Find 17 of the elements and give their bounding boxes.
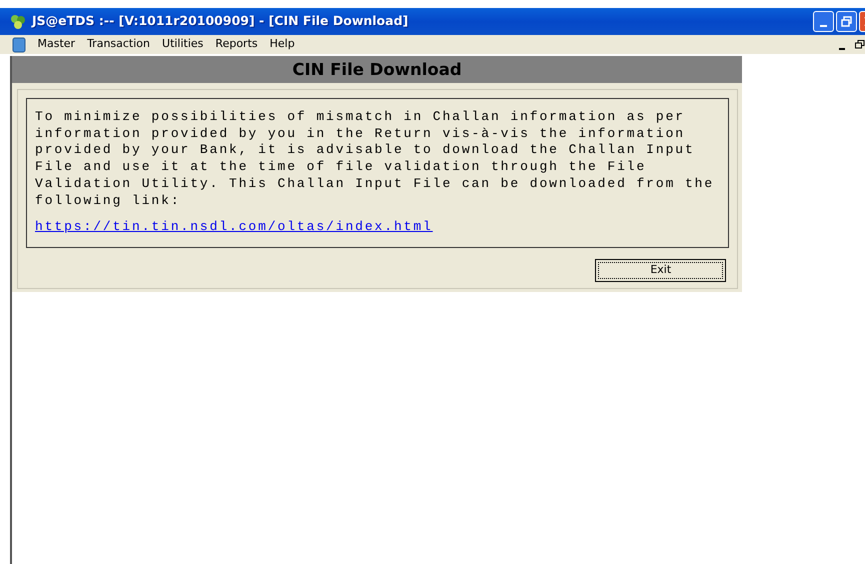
form-title: CIN File Download <box>12 56 742 83</box>
exit-button[interactable]: Exit <box>595 258 726 282</box>
restore-icon <box>841 16 852 27</box>
minimize-icon <box>839 48 845 50</box>
menu-item[interactable]: Help <box>264 36 301 53</box>
minimize-icon <box>820 24 827 26</box>
restore-button[interactable] <box>852 38 865 52</box>
info-message: To minimize possibilities of mismatch in Challan information as per information provided by you in the Return vis-à-vis the information provided by your Bank, it is advisable to download the Challan Input File and use it at the time of file validation through the File Validation Utility. This Challan Input File can be downloaded from the following link: <box>35 109 716 210</box>
menu-item[interactable]: Utilities <box>156 36 210 53</box>
window-title: JS@eTDS :-- [V:1011r20100909] - [CIN File Download] <box>32 12 408 30</box>
menu-item[interactable]: Transaction <box>81 36 156 53</box>
menu-item[interactable]: Master <box>32 36 82 53</box>
menu-item[interactable]: Reports <box>209 36 264 53</box>
restore-icon <box>855 40 865 49</box>
app-icon <box>10 14 26 30</box>
download-link[interactable]: https://tin.tin.nsdl.com/oltas/index.html <box>35 217 433 237</box>
document-icon <box>12 36 26 52</box>
